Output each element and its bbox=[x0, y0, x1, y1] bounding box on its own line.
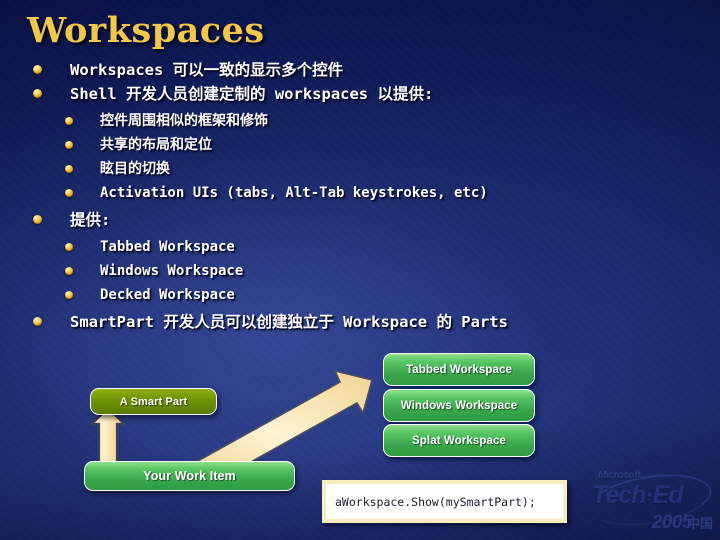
diagram-box-label: Your Work Item bbox=[143, 469, 236, 483]
list-item: Windows Workspace bbox=[0, 259, 700, 283]
slide-canvas: Workspaces Workspaces 可以一致的显示多个控件 Shell … bbox=[0, 0, 720, 540]
teched-year: 2005 bbox=[651, 512, 693, 533]
bullet-dot-icon bbox=[65, 267, 73, 275]
bullet-dot-icon bbox=[33, 317, 42, 326]
diagram-box-label: A Smart Part bbox=[119, 395, 188, 408]
list-item: 控件周围相似的框架和修饰 bbox=[0, 109, 700, 133]
list-item: Workspaces 可以一致的显示多个控件 bbox=[0, 58, 700, 82]
diagram-box-tabbed-workspace[interactable]: Tabbed Workspace bbox=[383, 353, 535, 386]
list-item-label: Workspaces 可以一致的显示多个控件 bbox=[70, 61, 344, 79]
page-title: Workspaces bbox=[27, 10, 265, 51]
list-item: SmartPart 开发人员可以创建独立于 Workspace 的 Parts bbox=[0, 310, 700, 334]
list-item-label: 共享的布局和定位 bbox=[100, 137, 212, 153]
list-item: Decked Workspace bbox=[0, 283, 700, 307]
microsoft-wordmark: Microsoft bbox=[598, 470, 641, 481]
bullet-dot-icon bbox=[65, 165, 73, 173]
diagram-box-label: Windows Workspace bbox=[400, 399, 518, 412]
bullet-dot-icon bbox=[33, 65, 42, 74]
teched-region: 中国 bbox=[686, 516, 713, 531]
teched-logo: Microsoft Tech·Ed 2005 中国 bbox=[585, 466, 715, 536]
bullet-list: Workspaces 可以一致的显示多个控件 Shell 开发人员创建定制的 w… bbox=[0, 58, 700, 334]
diagram-box-splat-workspace[interactable]: Splat Workspace bbox=[383, 424, 535, 457]
arrow-workitem-to-smartpart bbox=[89, 406, 127, 468]
list-item-label: 眩目的切换 bbox=[100, 161, 170, 177]
diagram-box-label: Tabbed Workspace bbox=[406, 363, 512, 376]
diagram-box-smart-part[interactable]: A Smart Part bbox=[90, 388, 217, 415]
bullet-dot-icon bbox=[65, 243, 73, 251]
diagram-box-work-item[interactable]: Your Work Item bbox=[84, 461, 295, 491]
list-item-label: Activation UIs (tabs, Alt-Tab keystrokes… bbox=[100, 185, 488, 201]
bullet-dot-icon bbox=[33, 215, 42, 224]
bullet-dot-icon bbox=[65, 291, 73, 299]
list-item: Tabbed Workspace bbox=[0, 235, 700, 259]
list-item: Shell 开发人员创建定制的 workspaces 以提供: bbox=[0, 82, 700, 106]
diagram-box-windows-workspace[interactable]: Windows Workspace bbox=[383, 389, 535, 422]
list-item-label: Shell 开发人员创建定制的 workspaces 以提供: bbox=[70, 85, 434, 103]
list-item: Activation UIs (tabs, Alt-Tab keystrokes… bbox=[0, 181, 700, 205]
list-item-label: SmartPart 开发人员可以创建独立于 Workspace 的 Parts bbox=[70, 313, 508, 331]
bullet-dot-icon bbox=[65, 141, 73, 149]
bullet-dot-icon bbox=[65, 189, 73, 197]
list-item-label: Decked Workspace bbox=[100, 287, 235, 303]
list-item: 眩目的切换 bbox=[0, 157, 700, 181]
list-item: 提供: bbox=[0, 208, 700, 232]
list-item-label: 提供: bbox=[70, 211, 111, 229]
list-item-label: Windows Workspace bbox=[100, 263, 244, 279]
diagram-box-label: Splat Workspace bbox=[412, 434, 506, 447]
list-item-label: 控件周围相似的框架和修饰 bbox=[100, 113, 268, 129]
code-snippet: aWorkspace.Show(mySmartPart); bbox=[335, 494, 536, 509]
code-callout: aWorkspace.Show(mySmartPart); bbox=[322, 480, 567, 523]
list-item: 共享的布局和定位 bbox=[0, 133, 700, 157]
list-item-label: Tabbed Workspace bbox=[100, 239, 235, 255]
bullet-dot-icon bbox=[33, 89, 42, 98]
bullet-dot-icon bbox=[65, 117, 73, 125]
teched-wordmark: Tech·Ed bbox=[592, 481, 684, 509]
